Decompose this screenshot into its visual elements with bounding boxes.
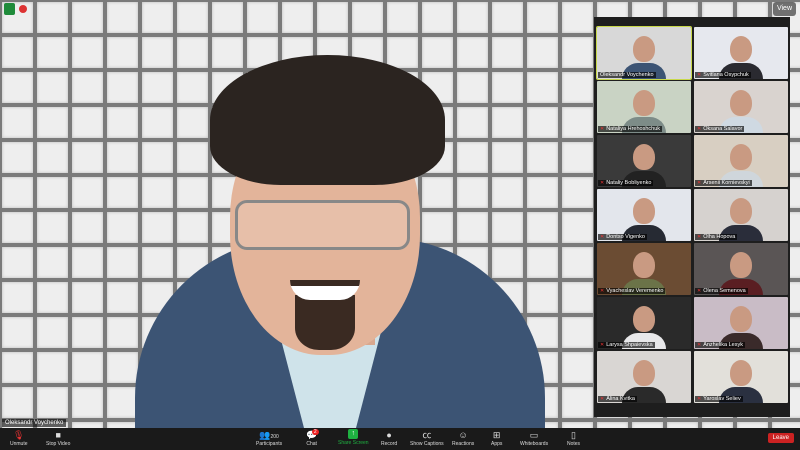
speaker-name-label: Oleksandr Voychenko (2, 419, 67, 427)
participant-video (633, 36, 655, 63)
mic-muted-icon: ✕ (600, 288, 605, 294)
mic-muted-icon: ✕ (600, 234, 605, 240)
show-captions-button[interactable]: ㏄ Show Captions (410, 429, 444, 447)
participant-tile[interactable]: ✕ Nataliy Bobliyenko (597, 135, 691, 187)
mic-muted-icon: ✕ (697, 234, 702, 240)
participant-name: ✕ Arsenii Kornievskyi (695, 180, 752, 186)
view-button[interactable]: View (772, 2, 796, 16)
participants-button[interactable]: 👥200 Participants (256, 429, 282, 447)
apps-button[interactable]: ⊞ Apps (491, 429, 502, 447)
participant-video (633, 252, 655, 279)
participant-name: Oleksandr Voychenko (598, 72, 656, 78)
gallery-panel: Oleksandr Voychenko ✕ Svitlana Osypchuk ✕ Na… (594, 17, 790, 417)
participant-tile[interactable]: ✕ Vyacheslav Veremenko (597, 243, 691, 295)
participant-tile[interactable]: ✕ Olena Semenova (694, 243, 788, 295)
speaker-video (135, 55, 545, 428)
unmute-button[interactable]: 🎙 Unmute (10, 429, 28, 447)
participant-video (633, 306, 655, 333)
apps-icon: ⊞ (492, 430, 501, 440)
participant-tile[interactable]: ✕ Arsenii Kornievskyi (694, 135, 788, 187)
participant-tile[interactable]: ✕ Dontso Vigenko (597, 189, 691, 241)
participant-video (633, 198, 655, 225)
mic-muted-icon: 🎙 (13, 430, 25, 440)
mic-muted-icon: ✕ (697, 180, 702, 186)
participant-name: ✕ Nataliy Bobliyenko (598, 180, 654, 186)
participant-video (633, 144, 655, 171)
whiteboards-button[interactable]: ▭ Whiteboards (520, 429, 548, 447)
chat-badge: 2 (311, 429, 319, 435)
mic-muted-icon: ✕ (600, 396, 605, 402)
reactions-icon: ☺ (458, 430, 468, 440)
participant-video (633, 90, 655, 117)
stop-video-button[interactable]: ■ Stop Video (46, 429, 70, 447)
share-screen-button[interactable]: ↑ Share Screen (338, 429, 369, 446)
participant-name: ✕ Larysa Shpaievska (598, 342, 655, 348)
participant-video (730, 90, 752, 117)
participant-video (730, 252, 752, 279)
participant-tile[interactable]: ✕ Larysa Shpaievska (597, 297, 691, 349)
whiteboard-icon: ▭ (529, 430, 539, 440)
participant-name: ✕ Nataliya Hrehoshchuk (598, 126, 663, 132)
participant-name: ✕ Oksana Salavor (695, 126, 745, 132)
participant-tile[interactable]: ✕ Oksana Salavor (694, 81, 788, 133)
participant-tile[interactable]: ✕ Yaroslav Seliev (694, 351, 788, 403)
participant-video (730, 360, 752, 387)
participant-tile[interactable]: ✕ Olha Hopova (694, 189, 788, 241)
participant-video (730, 306, 752, 333)
participant-video (730, 144, 752, 171)
participant-name: ✕ Alina Kvitka (598, 396, 637, 402)
participant-video (730, 36, 752, 63)
top-bar: View (0, 0, 800, 18)
meeting-toolbar: 🎙 Unmute ■ Stop Video 👥200 Participants 💬 2 C… (0, 428, 800, 450)
participant-tile[interactable]: ✕ Nataliya Hrehoshchuk (597, 81, 691, 133)
participant-tile[interactable]: ✕ Svitlana Osypchuk (694, 27, 788, 79)
mic-muted-icon: ✕ (600, 126, 605, 132)
mic-muted-icon: ✕ (697, 396, 702, 402)
record-icon: ● (386, 430, 392, 440)
participant-name: ✕ Dontso Vigenko (598, 234, 647, 240)
mic-muted-icon: ✕ (600, 180, 605, 186)
share-screen-icon: ↑ (348, 429, 359, 439)
participant-tile[interactable]: ✕ Alina Kvitka (597, 351, 691, 403)
chat-button[interactable]: 💬 2 Chat (306, 429, 319, 447)
participant-name: ✕ Svitlana Osypchuk (695, 72, 751, 78)
participant-tile[interactable]: Oleksandr Voychenko (596, 26, 692, 80)
participant-name: ✕ Yaroslav Seliev (695, 396, 743, 402)
mic-muted-icon: ✕ (600, 342, 605, 348)
mic-muted-icon: ✕ (697, 126, 702, 132)
captions-icon: ㏄ (422, 430, 432, 440)
mic-muted-icon: ✕ (697, 342, 702, 348)
leave-button[interactable]: Leave (767, 433, 794, 443)
reactions-button[interactable]: ☺ Reactions (452, 429, 474, 447)
participants-icon: 👥200 (259, 430, 279, 440)
notes-button[interactable]: ▯ Notes (567, 429, 580, 447)
participant-video (730, 198, 752, 225)
participant-video (633, 360, 655, 387)
participant-name: ✕ Olha Hopova (695, 234, 738, 240)
security-shield-icon[interactable] (4, 3, 15, 15)
record-button[interactable]: ● Record (381, 429, 397, 447)
participant-tile[interactable]: ✕ Anzhelika Lesyk (694, 297, 788, 349)
recording-icon (19, 5, 27, 13)
participant-name: ✕ Anzhelika Lesyk (695, 342, 745, 348)
participant-name: ✕ Vyacheslav Veremenko (598, 288, 666, 294)
mic-muted-icon: ✕ (697, 288, 702, 294)
mic-muted-icon: ✕ (697, 72, 702, 78)
notes-icon: ▯ (571, 430, 576, 440)
participant-name: ✕ Olena Semenova (695, 288, 748, 294)
camera-icon: ■ (55, 430, 61, 440)
